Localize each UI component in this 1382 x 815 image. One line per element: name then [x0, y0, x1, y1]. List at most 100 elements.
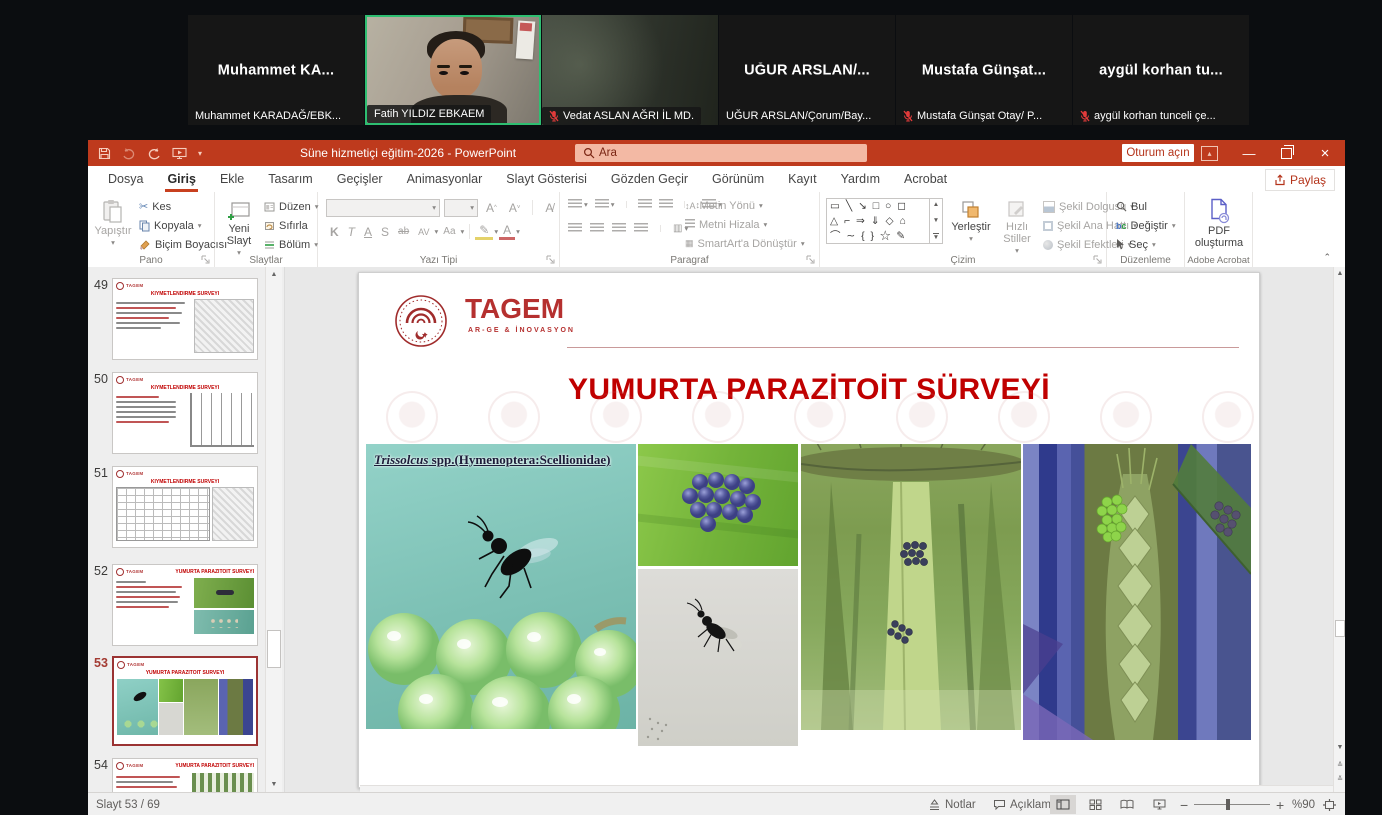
smartart-button[interactable]: ▦ SmartArt'a Dönüştür ▾ [682, 234, 808, 253]
slideshow-icon[interactable] [172, 147, 187, 160]
font-dialog-launcher[interactable] [546, 255, 556, 265]
scrollbar-thumb[interactable] [1335, 620, 1345, 637]
layout-button[interactable]: Düzen ▾ [261, 197, 322, 216]
slide-area-scrollbar[interactable]: ▲ ▼ ≙ ≚ [1333, 267, 1345, 792]
thumbnail-slide-53-selected[interactable]: TAGEM YUMURTA PARAZİTOİT SÜRVEYİ [112, 656, 258, 746]
photo-wheat-spike-eggs[interactable] [1023, 444, 1251, 740]
shapes-gallery-scroll[interactable]: ▲ ▼ ▼ [930, 198, 943, 244]
minimize-button[interactable]: — [1234, 140, 1264, 166]
select-button[interactable]: Seç ▾ [1113, 235, 1179, 254]
tab-tasarim[interactable]: Tasarım [256, 166, 324, 192]
video-tile-4[interactable]: UĞUR ARSLAN/... UĞUR ARSLAN/Çorum/Bay... [719, 15, 895, 125]
shapes-scroll-up[interactable]: ▲ [933, 201, 939, 208]
underline-button[interactable]: A [360, 222, 376, 241]
slide-sorter-view-button[interactable] [1082, 795, 1108, 814]
redo-icon[interactable] [147, 147, 161, 160]
video-tile-1[interactable]: Muhammet KA... Muhammet KARADAĞ/EBK... [188, 15, 364, 125]
replace-button[interactable]: bc Değiştir ▾ [1113, 216, 1179, 235]
numbering-button[interactable]: ▾ [595, 199, 615, 210]
tab-gozden-gecir[interactable]: Gözden Geçir [599, 166, 700, 192]
tab-gorunum[interactable]: Görünüm [700, 166, 776, 192]
zoom-slider-thumb[interactable] [1226, 799, 1230, 810]
panel-scrollbar-thumb[interactable] [267, 630, 281, 668]
slide-canvas[interactable]: TAGEM AR-GE & İNOVASYON YUMURTA PARAZİTO… [358, 272, 1260, 788]
reading-view-button[interactable] [1114, 795, 1140, 814]
justify-icon[interactable] [634, 223, 648, 234]
zoom-slider-track[interactable] [1194, 804, 1270, 805]
section-button[interactable]: Bölüm ▾ [261, 235, 322, 254]
increase-font-button[interactable]: A^ [482, 198, 501, 217]
strikethrough-button[interactable]: ab [394, 222, 413, 241]
paragraf-dialog-launcher[interactable] [806, 255, 816, 265]
tab-ekle[interactable]: Ekle [208, 166, 256, 192]
zoom-level[interactable]: %90 [1292, 799, 1315, 811]
shapes-gallery[interactable]: ▭ ╲ ↘ □ ○ ◻ △ ⌐ ⇒ ⇓ ◇ ⌂ ⌒ ∼ { } ☆ ✎ [826, 198, 930, 244]
restore-button[interactable] [1271, 140, 1301, 166]
reset-button[interactable]: Sıfırla [261, 216, 322, 235]
text-direction-button[interactable]: ↕A Metin Yönü ▾ [682, 196, 808, 215]
sign-in-button[interactable]: Oturum açın [1122, 144, 1194, 162]
slide-area-horizontal-scrollbar[interactable] [360, 785, 1333, 792]
shapes-more-button[interactable]: ▼ [933, 233, 939, 241]
find-button[interactable]: Bul [1113, 197, 1179, 216]
scroll-down-arrow[interactable]: ▼ [1334, 744, 1345, 751]
zoom-out-button[interactable]: − [1180, 797, 1188, 813]
text-shadow-button[interactable]: S [377, 222, 393, 241]
bold-button[interactable]: K [326, 222, 343, 241]
paste-button[interactable]: Yapıştır ▾ [94, 196, 132, 249]
panel-scroll-up-arrow[interactable]: ▲ [266, 271, 282, 278]
video-tile-6[interactable]: aygül korhan tu... aygül korhan tunceli … [1073, 15, 1249, 125]
photo-wheat-field-eggs[interactable] [801, 444, 1021, 730]
arrange-button[interactable]: Yerleştir ▾ [948, 196, 994, 245]
thumbnail-slide-50[interactable]: TAGEM KIYMETLENDİRME SÜRVEYİ [112, 372, 258, 454]
slideshow-view-button[interactable] [1146, 795, 1172, 814]
save-icon[interactable] [98, 147, 111, 160]
increase-indent-icon[interactable] [659, 199, 673, 210]
normal-view-button[interactable] [1050, 795, 1076, 814]
fit-to-window-button[interactable] [1323, 799, 1336, 811]
tab-slayt-gosterisi[interactable]: Slayt Gösterisi [494, 166, 599, 192]
bullets-button[interactable]: ▾ [568, 199, 588, 210]
search-box[interactable]: Ara [575, 144, 867, 162]
video-tile-3[interactable]: Vedat ASLAN AĞRI İL MD. [542, 15, 718, 125]
tab-animasyonlar[interactable]: Animasyonlar [395, 166, 495, 192]
video-tile-5[interactable]: Mustafa Günşat... Mustafa Günşat Otay/ P… [896, 15, 1072, 125]
italic-button[interactable]: T [344, 222, 359, 241]
ribbon-display-options-icon[interactable]: ▴ [1201, 146, 1218, 161]
undo-icon[interactable] [122, 147, 136, 160]
font-name-combo[interactable]: ▾ [326, 199, 440, 217]
collapse-ribbon-chevron[interactable]: ⌃ [1323, 252, 1331, 263]
share-button[interactable]: Paylaş [1265, 169, 1335, 191]
highlight-color-button[interactable]: ✎ [475, 223, 493, 240]
previous-slide-button[interactable]: ≙ [1334, 761, 1345, 769]
clear-formatting-button[interactable]: A̸ [541, 198, 557, 217]
scroll-up-arrow[interactable]: ▲ [1334, 270, 1345, 277]
font-size-combo[interactable]: ▾ [444, 199, 478, 217]
video-tile-2-active-speaker[interactable]: Fatih YILDIZ EBKAEM [365, 15, 541, 125]
thumbnail-slide-54[interactable]: TAGEMYUMURTA PARAZİTOİT SÜRVEYİ [112, 758, 258, 792]
decrease-indent-icon[interactable] [638, 199, 652, 210]
photo-wasp-on-white[interactable] [638, 569, 798, 746]
tab-dosya[interactable]: Dosya [96, 166, 155, 192]
shapes-scroll-down[interactable]: ▼ [933, 217, 939, 224]
thumbnail-slide-51[interactable]: TAGEM KIYMETLENDİRME SÜRVEYİ [112, 466, 258, 548]
photo-wasp-on-eggs[interactable]: Trissolcus spp.(Hymenoptera:Scellionidae… [366, 444, 636, 729]
new-slide-button[interactable]: Yeni Slayt ▾ [219, 196, 259, 259]
photo-egg-cluster-blue[interactable] [638, 444, 798, 566]
align-center-icon[interactable] [590, 223, 604, 234]
close-button[interactable]: × [1310, 140, 1340, 166]
next-slide-button[interactable]: ≚ [1334, 775, 1345, 783]
notes-button[interactable]: Notlar [928, 799, 976, 811]
change-case-button[interactable]: Aa [439, 222, 459, 241]
thumbnail-slide-49[interactable]: TAGEM KIYMETLENDİRME SÜRVEYİ [112, 278, 258, 360]
thumbnail-panel-scrollbar[interactable]: ▲ ▼ [265, 267, 282, 792]
align-right-icon[interactable] [612, 223, 626, 234]
decrease-font-button[interactable]: A˅ [505, 198, 525, 217]
tab-giris[interactable]: Giriş [155, 166, 208, 192]
zoom-in-button[interactable]: + [1276, 797, 1284, 813]
panel-scroll-down-arrow[interactable]: ▼ [266, 781, 282, 788]
align-text-button[interactable]: Metni Hizala ▾ [682, 215, 808, 234]
tab-yardim[interactable]: Yardım [829, 166, 892, 192]
character-spacing-button[interactable]: AV [414, 222, 433, 241]
tab-gecisler[interactable]: Geçişler [325, 166, 395, 192]
